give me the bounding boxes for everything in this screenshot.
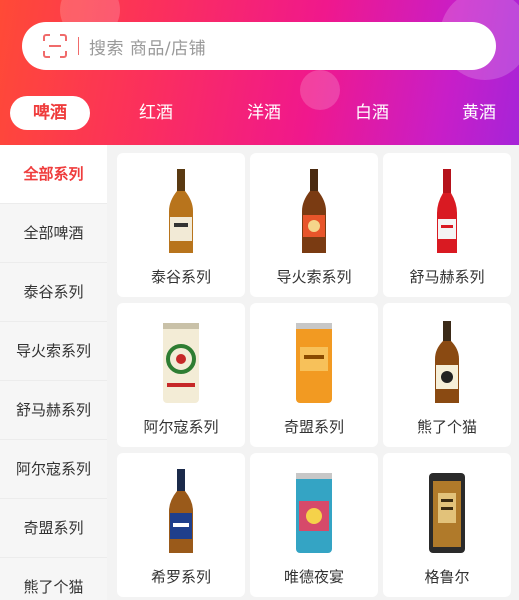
tab-huangjiu[interactable]: 黄酒 bbox=[439, 96, 519, 130]
product-card[interactable]: 唯德夜宴 bbox=[250, 453, 378, 597]
sidebar-item-bear-cat[interactable]: 熊了个猫 bbox=[0, 558, 107, 600]
product-name: 阿尔寇系列 bbox=[143, 418, 219, 436]
product-card[interactable]: 希罗系列 bbox=[117, 453, 245, 597]
product-card[interactable]: 舒马赫系列 bbox=[383, 153, 511, 297]
tab-baijiu[interactable]: 白酒 bbox=[332, 96, 412, 130]
product-name: 希罗系列 bbox=[150, 568, 211, 586]
brown-bottle-icon bbox=[302, 169, 326, 253]
sidebar-item-schumacher[interactable]: 舒马赫系列 bbox=[0, 381, 107, 440]
sidebar-item-all-series[interactable]: 全部系列 bbox=[0, 145, 107, 204]
product-name: 导火索系列 bbox=[276, 268, 352, 286]
tab-red-wine[interactable]: 红酒 bbox=[116, 96, 196, 130]
sidebar-item-qimeng[interactable]: 奇盟系列 bbox=[0, 499, 107, 558]
search-divider bbox=[78, 37, 79, 55]
product-card[interactable]: 奇盟系列 bbox=[250, 303, 378, 447]
orange-can-icon bbox=[296, 323, 332, 403]
sidebar-item-taigu[interactable]: 泰谷系列 bbox=[0, 263, 107, 322]
product-card[interactable]: 泰谷系列 bbox=[117, 153, 245, 297]
header-banner: 搜索 商品/店铺 啤酒 红酒 洋酒 白酒 黄酒 bbox=[0, 0, 519, 145]
product-card[interactable]: 导火索系列 bbox=[250, 153, 378, 297]
sidebar-item-all-beer[interactable]: 全部啤酒 bbox=[0, 204, 107, 263]
gold-can-icon bbox=[429, 473, 465, 553]
product-name: 泰谷系列 bbox=[150, 268, 211, 286]
blue-label-bottle-icon bbox=[169, 469, 193, 553]
red-bottle-icon bbox=[437, 169, 457, 253]
product-card[interactable]: 格鲁尔 bbox=[383, 453, 511, 597]
sidebar-item-alco[interactable]: 阿尔寇系列 bbox=[0, 440, 107, 499]
product-name: 奇盟系列 bbox=[283, 418, 344, 436]
wreath-can-icon bbox=[163, 323, 199, 403]
search-input[interactable]: 搜索 商品/店铺 bbox=[89, 34, 206, 59]
stubby-bottle-icon bbox=[435, 321, 459, 403]
product-name: 格鲁尔 bbox=[424, 568, 470, 586]
product-name: 舒马赫系列 bbox=[409, 268, 485, 286]
sidebar-item-fuse[interactable]: 导火索系列 bbox=[0, 322, 107, 381]
cyan-can-icon bbox=[296, 473, 332, 553]
series-sidebar: 全部系列 全部啤酒 泰谷系列 导火索系列 舒马赫系列 阿尔寇系列 奇盟系列 熊了… bbox=[0, 145, 107, 600]
scan-icon[interactable] bbox=[42, 33, 68, 59]
tab-liquor[interactable]: 洋酒 bbox=[224, 96, 304, 130]
product-name: 唯德夜宴 bbox=[283, 568, 344, 586]
amber-bottle-icon bbox=[169, 169, 193, 253]
product-card[interactable]: 熊了个猫 bbox=[383, 303, 511, 447]
product-name: 熊了个猫 bbox=[416, 418, 477, 436]
tab-beer[interactable]: 啤酒 bbox=[10, 96, 90, 130]
category-tabs: 啤酒 红酒 洋酒 白酒 黄酒 bbox=[0, 96, 519, 132]
product-card[interactable]: 阿尔寇系列 bbox=[117, 303, 245, 447]
search-bar[interactable]: 搜索 商品/店铺 bbox=[22, 22, 496, 70]
